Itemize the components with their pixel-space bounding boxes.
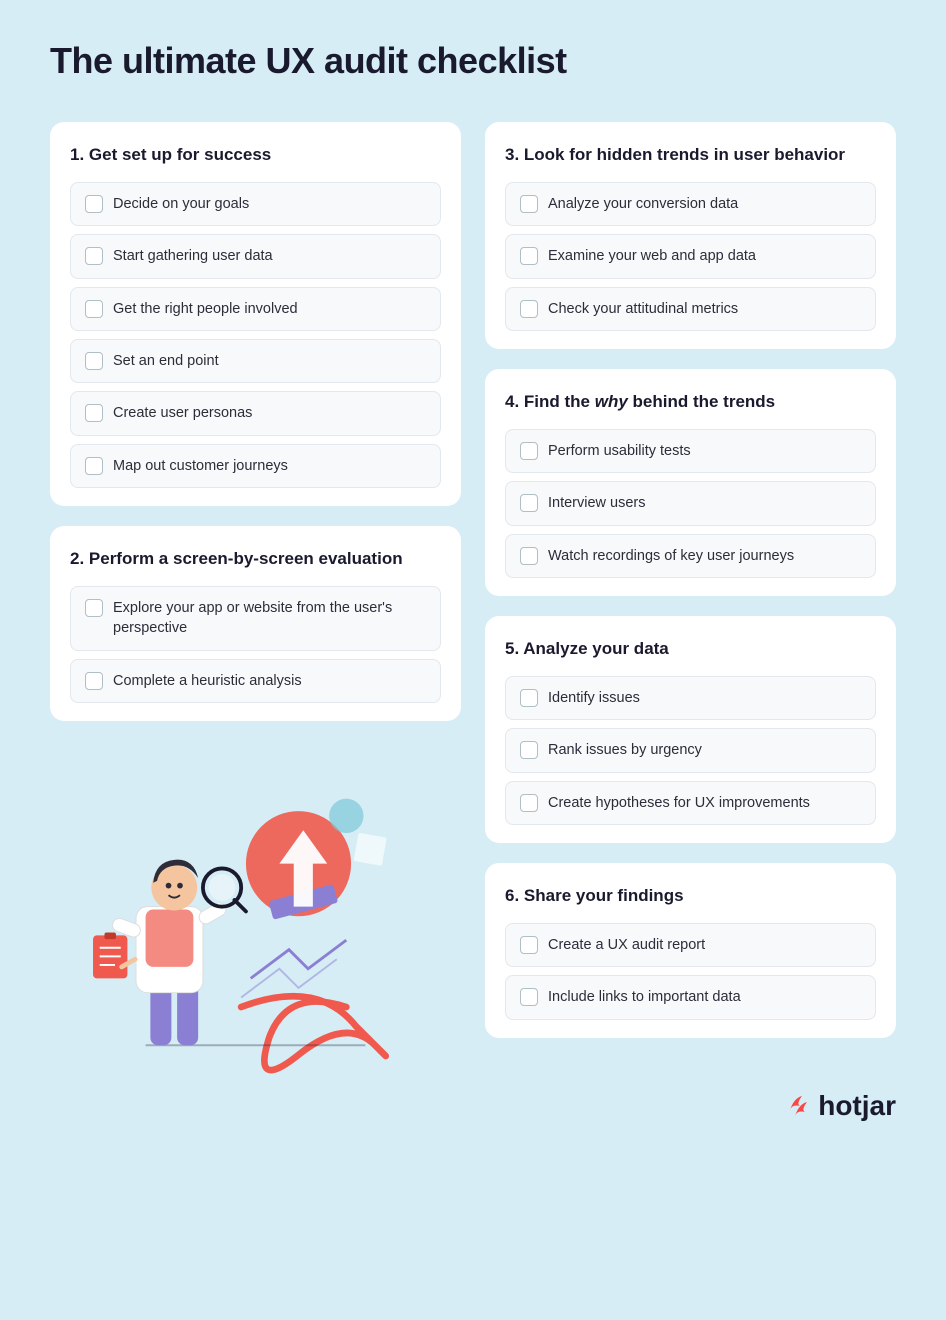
list-item[interactable]: Include links to important data — [505, 975, 876, 1019]
section-4-checklist: Perform usability tests Interview users … — [505, 429, 876, 578]
list-item[interactable]: Create hypotheses for UX improvements — [505, 781, 876, 825]
list-item[interactable]: Decide on your goals — [70, 182, 441, 226]
section-1-checklist: Decide on your goals Start gathering use… — [70, 182, 441, 488]
list-item[interactable]: Get the right people involved — [70, 287, 441, 331]
checkbox[interactable] — [520, 936, 538, 954]
content-columns: 1. Get set up for success Decide on your… — [50, 122, 896, 1125]
section-3-title: 3. Look for hidden trends in user behavi… — [505, 144, 876, 166]
checkbox[interactable] — [85, 404, 103, 422]
checkbox[interactable] — [520, 794, 538, 812]
list-item[interactable]: Create user personas — [70, 391, 441, 435]
right-column: 3. Look for hidden trends in user behavi… — [485, 122, 896, 1125]
checkbox[interactable] — [520, 247, 538, 265]
left-column: 1. Get set up for success Decide on your… — [50, 122, 461, 1091]
checkbox[interactable] — [85, 352, 103, 370]
checkbox[interactable] — [520, 988, 538, 1006]
section-1-title: 1. Get set up for success — [70, 144, 441, 166]
section-5-checklist: Identify issues Rank issues by urgency C… — [505, 676, 876, 825]
checkbox[interactable] — [520, 195, 538, 213]
section-4-card: 4. Find the why behind the trends Perfor… — [485, 369, 896, 596]
list-item[interactable]: Identify issues — [505, 676, 876, 720]
section-3-checklist: Analyze your conversion data Examine you… — [505, 182, 876, 331]
checkbox[interactable] — [520, 547, 538, 565]
section-3-card: 3. Look for hidden trends in user behavi… — [485, 122, 896, 349]
section-5-title: 5. Analyze your data — [505, 638, 876, 660]
checkbox[interactable] — [520, 300, 538, 318]
checkbox[interactable] — [520, 442, 538, 460]
list-item[interactable]: Start gathering user data — [70, 234, 441, 278]
illustration — [50, 751, 461, 1091]
section-6-card: 6. Share your findings Create a UX audit… — [485, 863, 896, 1038]
section-2-checklist: Explore your app or website from the use… — [70, 586, 441, 703]
checkbox[interactable] — [85, 672, 103, 690]
list-item[interactable]: Check your attitudinal metrics — [505, 287, 876, 331]
list-item[interactable]: Analyze your conversion data — [505, 182, 876, 226]
list-item[interactable]: Explore your app or website from the use… — [70, 586, 441, 651]
list-item[interactable]: Set an end point — [70, 339, 441, 383]
checkbox[interactable] — [85, 195, 103, 213]
checkbox[interactable] — [85, 300, 103, 318]
section-2-card: 2. Perform a screen-by-screen evaluation… — [50, 526, 461, 721]
checkbox[interactable] — [520, 741, 538, 759]
section-4-title: 4. Find the why behind the trends — [505, 391, 876, 413]
list-item[interactable]: Map out customer journeys — [70, 444, 441, 488]
list-item[interactable]: Rank issues by urgency — [505, 728, 876, 772]
page-title: The ultimate UX audit checklist — [50, 40, 896, 82]
list-item[interactable]: Interview users — [505, 481, 876, 525]
checkbox[interactable] — [85, 599, 103, 617]
list-item[interactable]: Create a UX audit report — [505, 923, 876, 967]
section-5-card: 5. Analyze your data Identify issues Ran… — [485, 616, 896, 843]
hotjar-icon — [782, 1088, 812, 1125]
list-item[interactable]: Examine your web and app data — [505, 234, 876, 278]
list-item[interactable]: Complete a heuristic analysis — [70, 659, 441, 703]
hotjar-logo: hotjar — [782, 1088, 896, 1125]
checkbox[interactable] — [85, 457, 103, 475]
checkbox[interactable] — [520, 689, 538, 707]
section-6-checklist: Create a UX audit report Include links t… — [505, 923, 876, 1020]
checkbox[interactable] — [85, 247, 103, 265]
hotjar-branding: hotjar — [485, 1088, 896, 1125]
checkbox[interactable] — [520, 494, 538, 512]
section-6-title: 6. Share your findings — [505, 885, 876, 907]
list-item[interactable]: Watch recordings of key user journeys — [505, 534, 876, 578]
section-2-title: 2. Perform a screen-by-screen evaluation — [70, 548, 441, 570]
section-1-card: 1. Get set up for success Decide on your… — [50, 122, 461, 506]
list-item[interactable]: Perform usability tests — [505, 429, 876, 473]
hotjar-logo-text: hotjar — [818, 1090, 896, 1122]
